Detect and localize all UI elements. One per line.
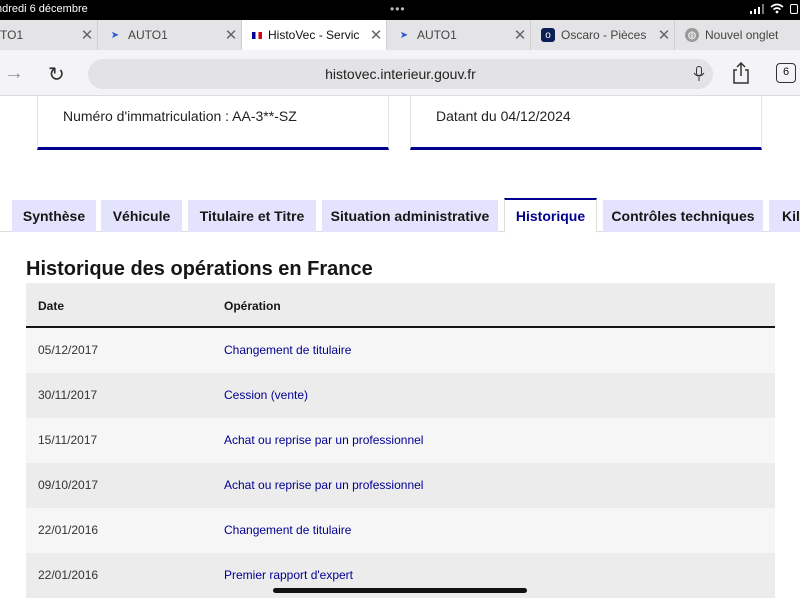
browser-tab-bar: TO1 ✕ ➤ AUTO1 ✕ HistoVec - Servic ✕ ➤ AU…: [0, 20, 800, 50]
browser-tab[interactable]: ➤ AUTO1 ✕: [387, 20, 531, 50]
tab-historique[interactable]: Historique: [504, 198, 597, 233]
globe-icon: ◍: [685, 28, 699, 42]
history-table: Date Opération 05/12/2017 Changement de …: [26, 283, 775, 598]
browser-tab-label: HistoVec - Servic: [268, 28, 360, 42]
row-operation: Achat ou reprise par un professionnel: [224, 478, 424, 492]
plate-number: Numéro d'immatriculation : AA-3**-SZ: [63, 108, 297, 124]
tab-vehicule[interactable]: Véhicule: [101, 200, 182, 232]
home-indicator[interactable]: [273, 588, 527, 593]
url-text: histovec.interieur.gouv.fr: [325, 66, 476, 82]
reload-icon[interactable]: ↻: [48, 62, 65, 87]
tab-kilometrage[interactable]: Kilo: [769, 200, 800, 232]
browser-tab-label: Oscaro - Pièces: [561, 28, 647, 42]
tab-label: Historique: [515, 208, 586, 224]
browser-toolbar: → ↻ histovec.interieur.gouv.fr 6: [0, 50, 800, 96]
close-icon[interactable]: ✕: [77, 26, 97, 44]
browser-tab[interactable]: o Oscaro - Pièces ✕: [531, 20, 675, 50]
tab-controles-techniques[interactable]: Contrôles techniques: [603, 200, 763, 232]
status-date: ndredi 6 décembre: [0, 3, 88, 15]
tab-label: Situation administrative: [330, 208, 490, 224]
row-date: 09/10/2017: [38, 478, 99, 492]
plate-card: Numéro d'immatriculation : AA-3**-SZ: [37, 96, 389, 150]
close-icon[interactable]: ✕: [366, 26, 386, 44]
table-row: 05/12/2017 Changement de titulaire: [26, 328, 775, 373]
tab-synthese[interactable]: Synthèse: [12, 200, 96, 232]
status-bar: ndredi 6 décembre •••: [0, 0, 800, 20]
auto1-favicon: ➤: [110, 29, 120, 41]
row-operation: Changement de titulaire: [224, 343, 352, 357]
browser-tab-label: Nouvel onglet: [705, 28, 779, 42]
page-tabs: Synthèse Véhicule Titulaire et Titre Sit…: [0, 198, 800, 233]
table-row: 22/01/2016 Changement de titulaire: [26, 508, 775, 553]
row-date: 22/01/2016: [38, 568, 99, 582]
table-body: 05/12/2017 Changement de titulaire 30/11…: [26, 328, 775, 598]
row-date: 15/11/2017: [38, 433, 98, 447]
row-date: 05/12/2017: [38, 343, 99, 357]
system-indicators: [750, 3, 798, 14]
cellular-signal-icon: [750, 3, 764, 14]
report-date: Datant du 04/12/2024: [436, 108, 571, 124]
table-row: 15/11/2017 Achat ou reprise par un profe…: [26, 418, 775, 463]
report-date-card: Datant du 04/12/2024: [410, 96, 762, 150]
page-title: Historique des opérations en France: [26, 258, 373, 280]
row-operation: Changement de titulaire: [224, 523, 352, 537]
tab-situation-administrative[interactable]: Situation administrative: [322, 200, 498, 232]
browser-tab[interactable]: ◍ Nouvel onglet: [675, 20, 800, 50]
row-date: 30/11/2017: [38, 388, 98, 402]
table-header: Date Opération: [26, 283, 775, 328]
wifi-icon: [770, 3, 784, 14]
tab-label: Contrôles techniques: [611, 208, 755, 224]
multitasking-dots[interactable]: •••: [390, 2, 406, 16]
microphone-icon[interactable]: [693, 66, 705, 82]
share-icon[interactable]: [732, 62, 750, 84]
column-header-operation: Opération: [224, 299, 281, 313]
tab-label: Véhicule: [112, 208, 171, 224]
oscaro-favicon: o: [541, 28, 555, 42]
address-bar[interactable]: histovec.interieur.gouv.fr: [88, 59, 713, 89]
close-icon[interactable]: ✕: [654, 26, 674, 44]
browser-tab-label: TO1: [0, 28, 24, 42]
browser-tab[interactable]: TO1 ✕: [0, 20, 98, 50]
browser-tab[interactable]: ➤ AUTO1 ✕: [98, 20, 242, 50]
table-row: 09/10/2017 Achat ou reprise par un profe…: [26, 463, 775, 508]
forward-icon[interactable]: →: [4, 62, 24, 85]
row-operation: Cession (vente): [224, 388, 309, 402]
close-icon[interactable]: ✕: [510, 26, 530, 44]
browser-tab-active[interactable]: HistoVec - Servic ✕: [242, 20, 387, 50]
close-icon[interactable]: ✕: [221, 26, 241, 44]
tab-label: Titulaire et Titre: [199, 208, 305, 224]
row-operation: Achat ou reprise par un professionnel: [224, 433, 424, 447]
browser-tab-label: AUTO1: [417, 28, 457, 42]
tab-titulaire[interactable]: Titulaire et Titre: [188, 200, 316, 232]
row-operation: Premier rapport d'expert: [224, 568, 354, 582]
column-header-date: Date: [38, 299, 65, 313]
table-row: 30/11/2017 Cession (vente): [26, 373, 775, 418]
browser-tab-label: AUTO1: [128, 28, 168, 42]
french-flag-favicon: [252, 31, 262, 39]
tab-label: Synthèse: [22, 208, 86, 224]
battery-icon: [790, 3, 798, 14]
auto1-favicon: ➤: [399, 29, 409, 41]
tab-count-button[interactable]: 6: [776, 63, 796, 83]
tab-label: Kilo: [782, 208, 800, 224]
row-date: 22/01/2016: [38, 523, 99, 537]
